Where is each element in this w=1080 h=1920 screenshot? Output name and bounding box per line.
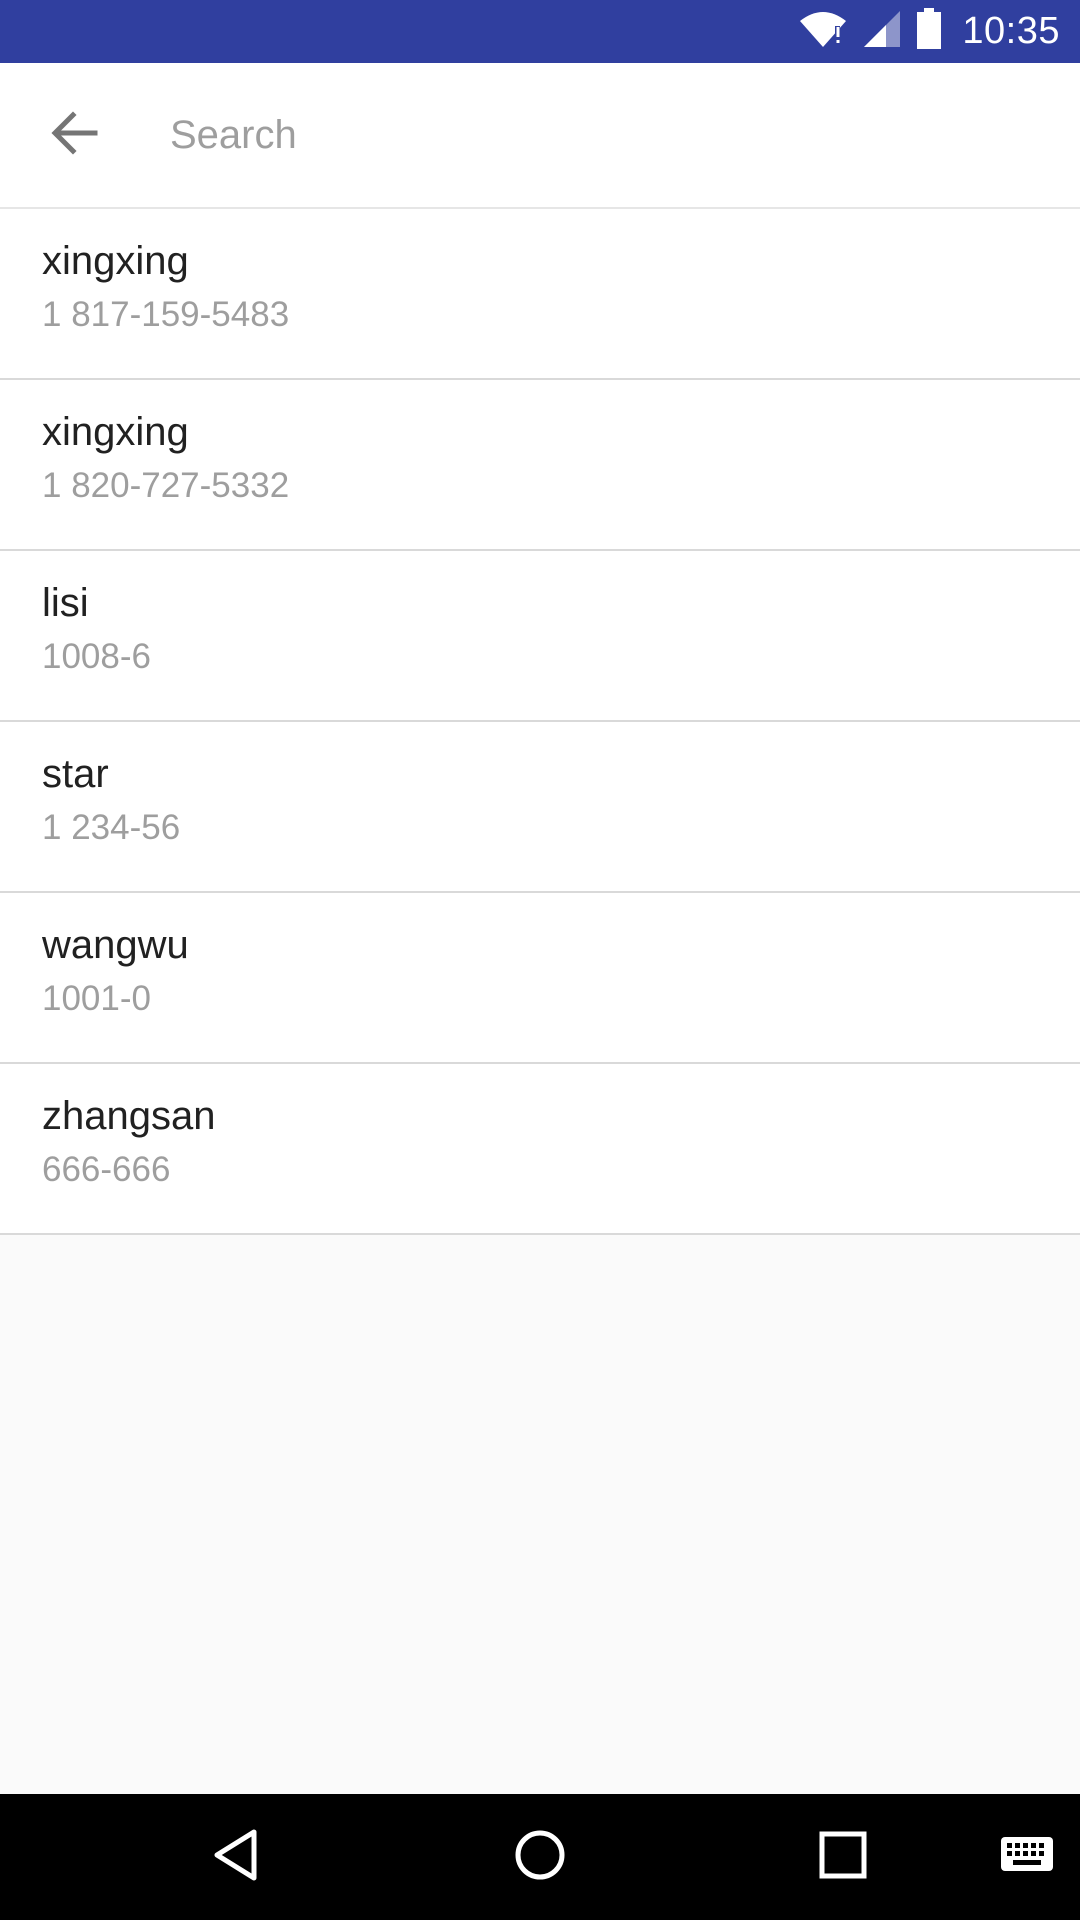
- contact-number: 1 234-56: [42, 808, 181, 847]
- search-toolbar: [0, 63, 1080, 209]
- contact-list-item[interactable]: star 1 234-56: [0, 722, 1080, 893]
- back-button[interactable]: [40, 101, 108, 169]
- contact-name: star: [42, 752, 109, 796]
- battery-icon: [916, 8, 942, 55]
- contact-name: lisi: [42, 581, 89, 625]
- keyboard-icon: [999, 1835, 1055, 1880]
- contact-number: 1001-0: [42, 979, 151, 1018]
- contact-list-item[interactable]: wangwu 1001-0: [0, 893, 1080, 1064]
- arrow-back-icon: [49, 110, 99, 160]
- status-bar: 10:35: [0, 0, 1080, 63]
- status-time: 10:35: [962, 10, 1060, 52]
- system-nav-bar: [0, 1794, 1080, 1920]
- contact-name: zhangsan: [42, 1094, 216, 1138]
- status-icons: 10:35: [798, 0, 1060, 63]
- search-input[interactable]: [170, 99, 1030, 171]
- nav-recents-button[interactable]: [800, 1814, 886, 1900]
- nav-back-button[interactable]: [193, 1814, 279, 1900]
- nav-keyboard-button[interactable]: [984, 1814, 1070, 1900]
- contact-list: xingxing 1 817-159-5483 xingxing 1 820-7…: [0, 209, 1080, 1235]
- contact-number: 1 817-159-5483: [42, 295, 290, 334]
- contact-list-item[interactable]: xingxing 1 820-727-5332: [0, 380, 1080, 551]
- contact-list-item[interactable]: zhangsan 666-666: [0, 1064, 1080, 1235]
- contact-name: xingxing: [42, 410, 189, 454]
- wifi-alert-icon: [798, 9, 848, 54]
- contact-number: 1 820-727-5332: [42, 466, 290, 505]
- contact-list-item[interactable]: lisi 1008-6: [0, 551, 1080, 722]
- home-circle-icon: [513, 1828, 567, 1887]
- back-triangle-icon: [212, 1828, 260, 1887]
- contact-list-item[interactable]: xingxing 1 817-159-5483: [0, 209, 1080, 380]
- contact-name: wangwu: [42, 923, 189, 967]
- recents-square-icon: [818, 1830, 868, 1885]
- contact-name: xingxing: [42, 239, 189, 283]
- nav-home-button[interactable]: [497, 1814, 583, 1900]
- contact-number: 1008-6: [42, 637, 151, 676]
- contact-number: 666-666: [42, 1150, 171, 1189]
- cell-signal-icon: [862, 9, 902, 54]
